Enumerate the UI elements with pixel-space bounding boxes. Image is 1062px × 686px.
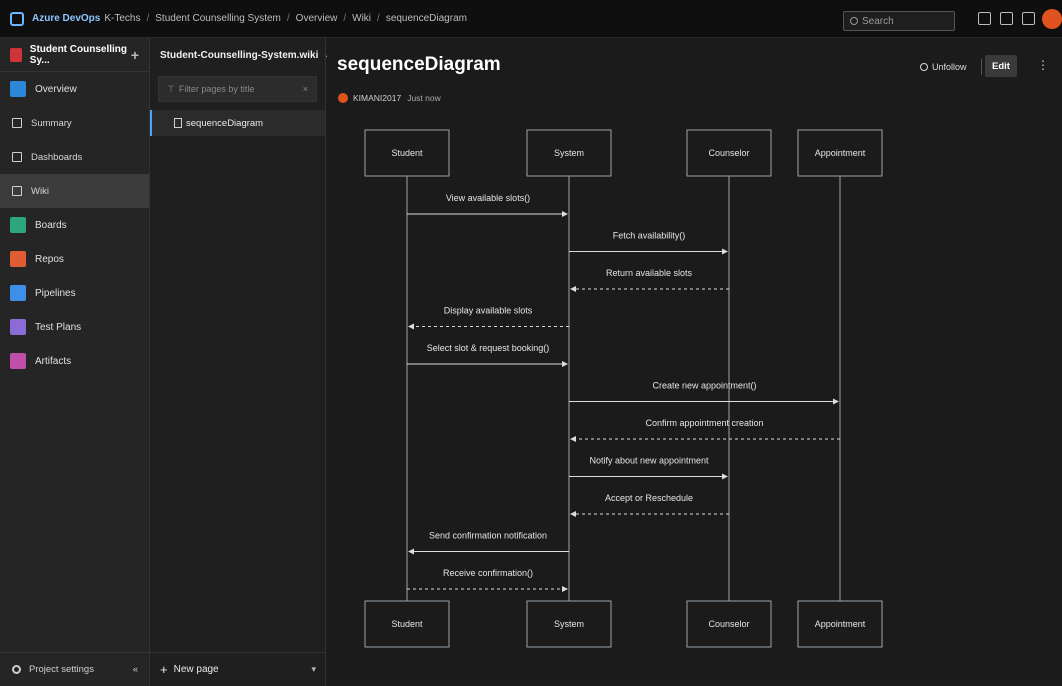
filter-icon: ⊤	[167, 83, 175, 94]
wiki-icon	[12, 186, 22, 196]
pipelines-icon	[10, 285, 26, 301]
message-label: Create new appointment()	[652, 381, 756, 391]
test-plans-icon	[10, 319, 26, 335]
breadcrumb-page[interactable]: sequenceDiagram	[386, 13, 467, 24]
search-placeholder: Search	[862, 15, 894, 27]
message-label: Notify about new appointment	[589, 456, 709, 466]
nav-item-test-plans[interactable]: Test Plans	[0, 310, 149, 344]
chevron-down-icon[interactable]: ▾	[311, 664, 316, 675]
message-label: View available slots()	[446, 193, 530, 203]
nav-item-label: Artifacts	[35, 355, 72, 367]
message-label: Receive confirmation()	[443, 568, 533, 578]
top-bar: Azure DevOps K-Techs / Student Counselli…	[0, 0, 1062, 38]
nav-item-repos[interactable]: Repos	[0, 242, 149, 276]
nav-item-label: Dashboards	[31, 151, 83, 163]
message-label: Display available slots	[444, 306, 533, 316]
nav-item-label: Summary	[31, 117, 72, 129]
nav-item-label: Overview	[35, 83, 77, 95]
breadcrumb-separator: /	[343, 13, 347, 24]
nav-item-wiki[interactable]: Wiki	[0, 174, 149, 208]
message-label: Send confirmation notification	[429, 531, 547, 541]
message-label: Return available slots	[606, 268, 693, 278]
participant-label-top: Appointment	[815, 148, 866, 158]
participant-label-top: Counselor	[708, 148, 749, 158]
project-header[interactable]: Student Counselling Sy... +	[0, 38, 149, 72]
wiki-selector[interactable]: Student-Counselling-System.wiki ⌄ ⋮	[150, 38, 342, 72]
plus-icon: +	[160, 662, 168, 677]
org-link[interactable]: K-Techs	[104, 13, 140, 24]
participant-label-bottom: Counselor	[708, 619, 749, 629]
nav-item-overview[interactable]: Overview	[0, 72, 149, 106]
page-icon	[174, 118, 182, 128]
artifacts-icon	[10, 353, 26, 369]
project-icon	[10, 47, 22, 62]
message-label: Select slot & request booking()	[427, 343, 550, 353]
help-icon[interactable]	[1022, 12, 1035, 25]
nav-item-boards[interactable]: Boards	[0, 208, 149, 242]
repos-icon	[10, 251, 26, 267]
gear-icon	[12, 665, 21, 674]
add-icon[interactable]: +	[131, 47, 139, 63]
breadcrumb-separator: /	[146, 13, 150, 24]
page-content: sequenceDiagram KIMANI2017 Just now Unfo…	[327, 38, 1062, 686]
page-tree-label: sequenceDiagram	[186, 117, 264, 129]
breadcrumb-separator: /	[377, 13, 380, 24]
new-page-label: New page	[173, 664, 219, 675]
overview-icon	[10, 81, 26, 97]
participant-label-top: Student	[391, 148, 423, 158]
wiki-pages-pane: Student-Counselling-System.wiki ⌄ ⋮ ⊤ Fi…	[150, 38, 342, 686]
collapse-icon[interactable]: «	[133, 664, 138, 675]
nav-item-label: Repos	[35, 253, 64, 265]
brand-link[interactable]: Azure DevOps	[32, 13, 100, 24]
azure-devops-logo-icon[interactable]	[10, 11, 24, 26]
project-settings-label: Project settings	[29, 664, 94, 675]
nav-item-label: Wiki	[31, 185, 49, 197]
breadcrumb-overview[interactable]: Overview	[296, 13, 338, 24]
participant-label-bottom: System	[554, 619, 584, 629]
breadcrumb-separator: /	[286, 13, 290, 24]
sequence-diagram: Student Student System System Counselor Couns…	[364, 129, 883, 648]
wiki-name: Student-Counselling-System.wiki	[160, 49, 319, 61]
list-icon[interactable]	[978, 12, 991, 25]
clear-filter-icon[interactable]: ×	[303, 84, 308, 94]
nav-item-label: Boards	[35, 219, 67, 231]
message-label: Confirm appointment creation	[645, 418, 763, 428]
avatar[interactable]	[1042, 9, 1062, 29]
shopping-bag-icon[interactable]	[1000, 12, 1013, 25]
filter-pages-input[interactable]: ⊤ Filter pages by title ×	[158, 76, 317, 102]
filter-placeholder: Filter pages by title	[178, 84, 255, 94]
new-page-button[interactable]: + New page ▾	[150, 652, 326, 686]
participant-label-bottom: Appointment	[815, 619, 866, 629]
breadcrumb-wiki[interactable]: Wiki	[352, 13, 371, 24]
nav-item-pipelines[interactable]: Pipelines	[0, 276, 149, 310]
message-label: Fetch availability()	[613, 231, 686, 241]
nav-item-dashboards[interactable]: Dashboards	[0, 140, 149, 174]
nav-item-label: Test Plans	[35, 321, 82, 333]
project-name: Student Counselling Sy...	[29, 43, 128, 66]
nav-item-label: Pipelines	[35, 287, 76, 299]
participant-label-bottom: Student	[391, 619, 423, 629]
breadcrumb-project[interactable]: Student Counselling System	[155, 13, 281, 24]
nav-item-summary[interactable]: Summary	[0, 106, 149, 140]
search-icon	[850, 17, 858, 25]
search-input[interactable]: Search	[843, 11, 955, 31]
summary-icon	[12, 118, 22, 128]
breadcrumb: Azure DevOps K-Techs / Student Counselli…	[32, 13, 467, 24]
participant-label-top: System	[554, 148, 584, 158]
left-nav: Student Counselling Sy... + Overview Sum…	[0, 38, 150, 686]
page-tree-item[interactable]: sequenceDiagram	[150, 110, 325, 136]
message-label: Accept or Reschedule	[605, 493, 693, 503]
dashboards-icon	[12, 152, 22, 162]
nav-item-artifacts[interactable]: Artifacts	[0, 344, 149, 378]
boards-icon	[10, 217, 26, 233]
project-settings-button[interactable]: Project settings «	[0, 652, 150, 686]
